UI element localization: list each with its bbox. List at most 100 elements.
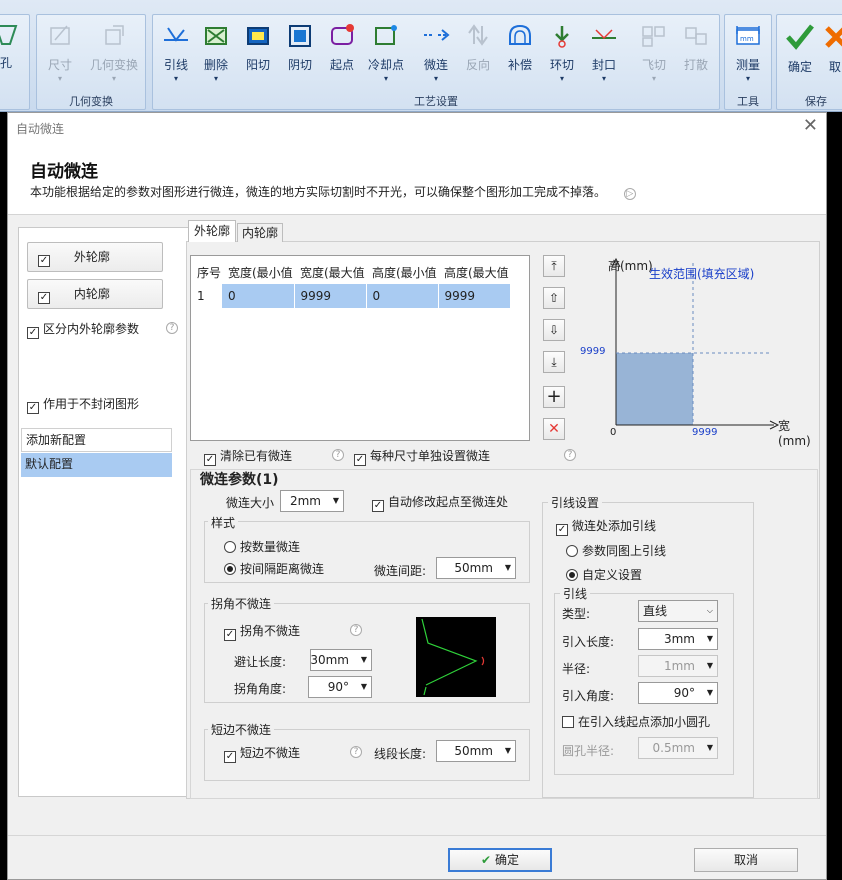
tools-group-label: 工具 [737,95,759,108]
same-as-above-radio[interactable] [566,545,578,557]
per-size-checkbox[interactable]: ✓ [354,454,366,466]
yang-cut-button[interactable]: 阳切 [238,22,278,92]
compensation-button[interactable]: 补偿 [500,22,540,92]
by-count-option[interactable]: 按数量微连 [224,538,300,555]
region-label: 生效范围(填充区域) [649,267,755,281]
by-distance-option[interactable]: 按间隔距离微连 [224,560,324,577]
lead-icon [164,27,188,42]
corner-preview-icon [421,618,485,696]
reverse-button[interactable]: 反向 [458,22,498,92]
inner-contour-checkbox[interactable]: ✓ [38,292,50,304]
table-cell[interactable]: 0 [222,284,295,308]
yin-cut-button[interactable]: 阴切 [280,22,320,92]
scatter-button[interactable]: 打散 [676,22,716,92]
ribbon-ok-button[interactable]: 确定 [780,22,820,92]
cancel-button[interactable]: 取消 [694,848,798,872]
table-row[interactable]: 1 0 9999 0 9999 [191,284,511,308]
outer-contour-checkbox[interactable]: ✓ [38,255,50,267]
ribbon-cancel-button[interactable]: 取 [820,22,842,92]
apply-open-checkbox[interactable]: ✓ [27,402,39,414]
ring-cut-button[interactable]: 环切 ▾ [542,22,582,92]
tab-outer[interactable]: 外轮廓 [188,220,236,242]
cooling-point-button[interactable]: 冷却点 ▾ [366,22,406,92]
radius-combo[interactable]: 1mm ▼ [638,655,718,677]
help-icon[interactable]: ? [332,449,344,461]
same-as-above-option[interactable]: 参数同图上引线 [566,542,666,559]
corner-option[interactable]: ✓ 拐角不微连 [224,622,300,641]
col-header-index: 序号 [197,265,222,280]
move-top-button[interactable]: ⤒ [543,255,565,277]
col-header-width-max: 宽度(最大值 [300,265,365,280]
segment-combo[interactable]: 50mm ▼ [436,740,516,762]
by-count-label: 按数量微连 [240,540,301,554]
arrow-down-icon: ⇩ [548,323,560,337]
cooling-point-icon [375,25,397,45]
by-count-radio[interactable] [224,541,236,553]
hole-button[interactable]: 孔 [0,22,24,92]
seal-button[interactable]: 封口 ▾ [584,22,624,92]
help-icon[interactable]: ? [350,746,362,758]
start-point-icon [331,24,354,45]
config-item-add[interactable]: 添加新配置 [21,428,172,452]
distinguish-params-option[interactable]: ✓ 区分内外轮廓参数 [27,320,139,339]
table-cell[interactable]: 0 [366,284,439,308]
by-distance-radio[interactable] [224,563,236,575]
custom-radio[interactable] [566,569,578,581]
close-icon[interactable]: ✕ [803,115,818,136]
move-bottom-button[interactable]: ⤓ [543,351,565,373]
config-item-default[interactable]: 默认配置 [21,453,172,477]
start-point-button[interactable]: 起点 [322,22,362,92]
avoid-combo[interactable]: 30mm ▼ [310,649,372,671]
custom-option[interactable]: 自定义设置 [566,566,642,583]
add-hole-option[interactable]: 在引入线起点添加小圆孔 [562,713,710,730]
geo-transform-button[interactable]: 几何变换 ▾ [88,22,140,92]
corner-checkbox[interactable]: ✓ [224,629,236,641]
lead-type-combo[interactable]: 直线 ⌵ [638,600,718,622]
ok-button[interactable]: ✔ 确定 [448,848,552,872]
size-button[interactable]: 尺寸 ▾ [40,22,80,92]
distinguish-checkbox[interactable]: ✓ [27,327,39,339]
move-down-button[interactable]: ⇩ [543,319,565,341]
short-edge-checkbox[interactable]: ✓ [224,751,236,763]
gap-label: 微连间距: [374,564,427,578]
measure-button[interactable]: mm 测量 ▾ [728,22,768,92]
move-up-button[interactable]: ⇧ [543,287,565,309]
outer-contour-toggle[interactable]: ✓ 外轮廓 [27,242,163,272]
lead-angle-combo[interactable]: 90° ▼ [638,682,718,704]
fly-cut-button[interactable]: 飞切 ▾ [634,22,674,92]
help-icon[interactable]: ? [166,322,178,334]
per-size-option[interactable]: ✓ 每种尺寸单独设置微连 [354,447,490,466]
gap-combo[interactable]: 50mm ▼ [436,557,516,579]
auto-modify-option[interactable]: ✓ 自动修改起点至微连处 [372,493,508,512]
size-combo[interactable]: 2mm ▼ [280,490,344,512]
clear-existing-option[interactable]: ✓ 清除已有微连 [204,447,292,466]
short-edge-option[interactable]: ✓ 短边不微连 [224,744,300,763]
dialog-header: 自动微连 本功能根据给定的参数对图形进行微连，微连的地方实际切割时不开光，可以确… [8,143,826,215]
table-cell[interactable]: 1 [191,284,222,308]
play-help-icon[interactable]: ▷ [623,188,636,200]
add-lead-option[interactable]: ✓ 微连处添加引线 [556,517,656,536]
delete-row-button[interactable]: ✕ [543,418,565,440]
table-cell[interactable]: 9999 [438,284,511,308]
add-lead-checkbox[interactable]: ✓ [556,524,568,536]
chevron-down-icon: ⌵ [706,606,713,615]
seal-icon [592,29,616,40]
hole-radius-combo[interactable]: 0.5mm ▼ [638,737,718,759]
delete-button[interactable]: 删除 ▾ [196,22,236,92]
help-icon[interactable]: ? [564,449,576,461]
add-row-button[interactable]: + [543,386,565,408]
add-hole-checkbox[interactable] [562,716,574,728]
x-axis-label: 宽(mm) [778,419,811,448]
clear-existing-checkbox[interactable]: ✓ [204,454,216,466]
lead-button[interactable]: 引线 ▾ [156,22,196,92]
help-icon[interactable]: ? [350,624,362,636]
tab-inner[interactable]: 内轮廓 [237,223,283,242]
angle-combo[interactable]: 90° ▼ [308,676,372,698]
micro-joint-button[interactable]: 微连 ▾ [416,22,456,92]
apply-open-shapes-option[interactable]: ✓ 作用于不封闭图形 [27,395,139,414]
table-cell[interactable]: 9999 [294,284,367,308]
col-header-height-min: 高度(最小值 [372,265,437,280]
inner-contour-toggle[interactable]: ✓ 内轮廓 [27,279,163,309]
lead-length-combo[interactable]: 3mm ▼ [638,628,718,650]
auto-modify-checkbox[interactable]: ✓ [372,500,384,512]
